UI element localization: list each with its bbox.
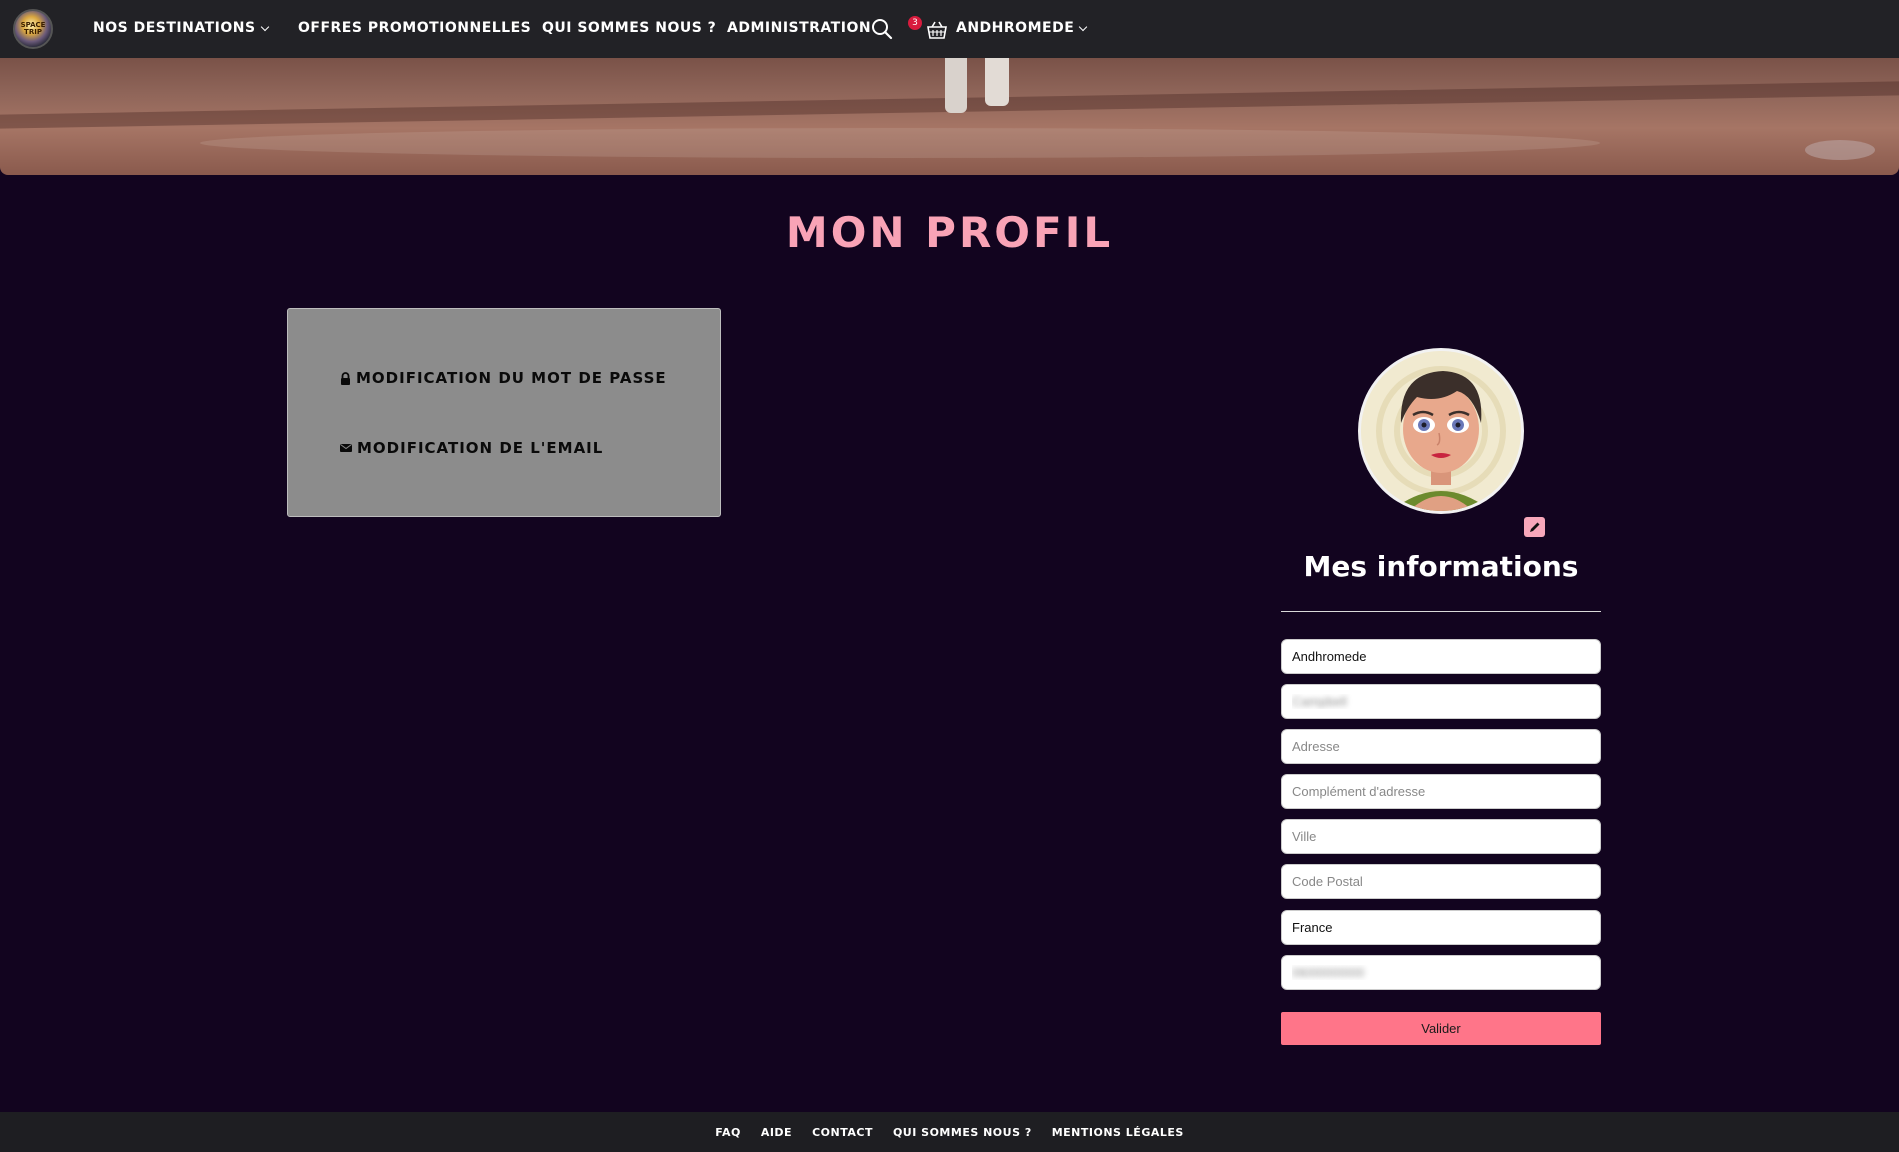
change-email-label: Modification de l'email bbox=[357, 439, 604, 457]
submit-button[interactable]: Valider bbox=[1281, 1012, 1601, 1045]
change-password-label: Modification du mot de passe bbox=[356, 369, 667, 387]
nav-promotions-label: Offres promotionnelles bbox=[298, 20, 532, 36]
pencil-icon bbox=[1529, 522, 1539, 532]
nav-about-link[interactable]: Qui sommes nous ? bbox=[542, 20, 716, 36]
chevron-down-icon bbox=[260, 22, 269, 31]
search-icon[interactable] bbox=[871, 18, 893, 40]
account-settings-menu: Modification du mot de passe Modificatio… bbox=[287, 308, 721, 517]
hero-astronaut-leg bbox=[985, 58, 1009, 106]
site-logo[interactable]: SPACE TRIP bbox=[13, 9, 53, 49]
footer-link-legal[interactable]: Mentions légales bbox=[1052, 1126, 1184, 1139]
footer-link-faq[interactable]: FAQ bbox=[715, 1126, 741, 1139]
change-password-link[interactable]: Modification du mot de passe bbox=[340, 369, 667, 387]
page-title: Mon profil bbox=[785, 208, 1114, 257]
nav-about-label: Qui sommes nous ? bbox=[542, 20, 717, 36]
phone-field[interactable] bbox=[1281, 955, 1601, 990]
address-complement-field[interactable] bbox=[1281, 774, 1601, 809]
edit-avatar-button[interactable] bbox=[1524, 517, 1545, 537]
profile-avatar bbox=[1358, 348, 1524, 514]
nav-administration-link[interactable]: Administration bbox=[727, 20, 871, 36]
nav-user-label: Andhromede bbox=[956, 20, 1075, 36]
footer-link-help[interactable]: Aide bbox=[761, 1126, 792, 1139]
footer-link-about[interactable]: Qui sommes nous ? bbox=[893, 1126, 1032, 1139]
footer-link-contact[interactable]: Contact bbox=[812, 1126, 873, 1139]
chevron-down-icon bbox=[1079, 22, 1088, 31]
address-field[interactable] bbox=[1281, 729, 1601, 764]
basket-icon bbox=[927, 21, 947, 39]
first-name-field[interactable] bbox=[1281, 639, 1601, 674]
envelope-icon bbox=[340, 444, 352, 452]
lock-icon bbox=[341, 371, 350, 385]
nav-destinations-label: Nos destinations bbox=[93, 20, 256, 36]
hero-astronaut-leg bbox=[945, 58, 967, 113]
nav-user-dropdown[interactable]: Andhromede bbox=[956, 20, 1088, 36]
hero-ground-highlight bbox=[200, 128, 1600, 158]
nav-administration-label: Administration bbox=[727, 20, 872, 36]
change-email-link[interactable]: Modification de l'email bbox=[340, 439, 603, 457]
postal-code-field[interactable] bbox=[1281, 864, 1601, 899]
city-field[interactable] bbox=[1281, 819, 1601, 854]
nav-promotions-link[interactable]: Offres promotionnelles bbox=[298, 20, 531, 36]
section-divider bbox=[1281, 611, 1601, 612]
hero-crater bbox=[1805, 140, 1875, 160]
cart-count-badge: 3 bbox=[908, 16, 922, 30]
country-field[interactable] bbox=[1281, 910, 1601, 945]
cart-button[interactable]: 3 bbox=[908, 16, 947, 42]
top-navbar: SPACE TRIP Nos destinations Offres promot… bbox=[0, 0, 1899, 58]
profile-section-title: Mes informations bbox=[1303, 550, 1579, 583]
last-name-field[interactable] bbox=[1281, 684, 1601, 719]
nav-destinations-dropdown[interactable]: Nos destinations bbox=[93, 20, 269, 36]
hero-banner bbox=[0, 58, 1899, 175]
footer: FAQ Aide Contact Qui sommes nous ? Menti… bbox=[0, 1112, 1899, 1152]
